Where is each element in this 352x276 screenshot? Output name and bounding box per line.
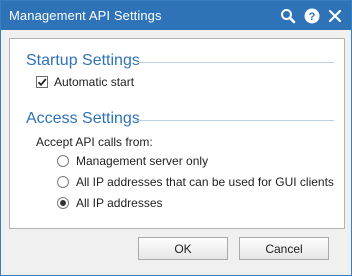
automatic-start-checkbox[interactable]: Automatic start (36, 75, 134, 89)
radio-option-label: Management server only (76, 154, 209, 168)
radio-all-gui-client-ips[interactable]: All IP addresses that can be used for GU… (57, 175, 334, 189)
dialog-title: Management API Settings (9, 8, 162, 23)
startup-divider (138, 62, 334, 63)
accept-api-calls-text: Accept API calls from: (36, 135, 153, 149)
radio-management-server-only[interactable]: Management server only (57, 154, 208, 168)
access-divider (135, 120, 334, 121)
settings-panel: Startup Settings Automatic start Access … (9, 38, 345, 229)
radio-selected-icon[interactable] (57, 197, 69, 209)
radio-unselected-icon[interactable] (57, 155, 69, 167)
title-bar[interactable]: Management API Settings ? (1, 1, 351, 30)
radio-all-ip-addresses[interactable]: All IP addresses (57, 196, 163, 210)
help-icon[interactable]: ? (302, 6, 322, 26)
svg-text:?: ? (309, 11, 316, 23)
startup-settings-heading: Startup Settings (26, 52, 140, 69)
checkbox-checked-icon[interactable] (36, 76, 48, 88)
close-icon[interactable] (325, 6, 345, 26)
radio-dot (60, 200, 66, 206)
management-api-settings-dialog: Management API Settings ? Startup Settin… (0, 0, 352, 276)
access-settings-heading: Access Settings (26, 110, 140, 127)
accept-api-calls-label: Accept API calls from: (36, 135, 153, 149)
ok-button[interactable]: OK (138, 237, 228, 260)
search-icon[interactable] (278, 6, 298, 26)
radio-option-label: All IP addresses that can be used for GU… (76, 175, 334, 189)
radio-unselected-icon[interactable] (57, 176, 69, 188)
cancel-button[interactable]: Cancel (239, 237, 329, 260)
automatic-start-label: Automatic start (54, 75, 135, 89)
radio-option-label: All IP addresses (76, 196, 163, 210)
